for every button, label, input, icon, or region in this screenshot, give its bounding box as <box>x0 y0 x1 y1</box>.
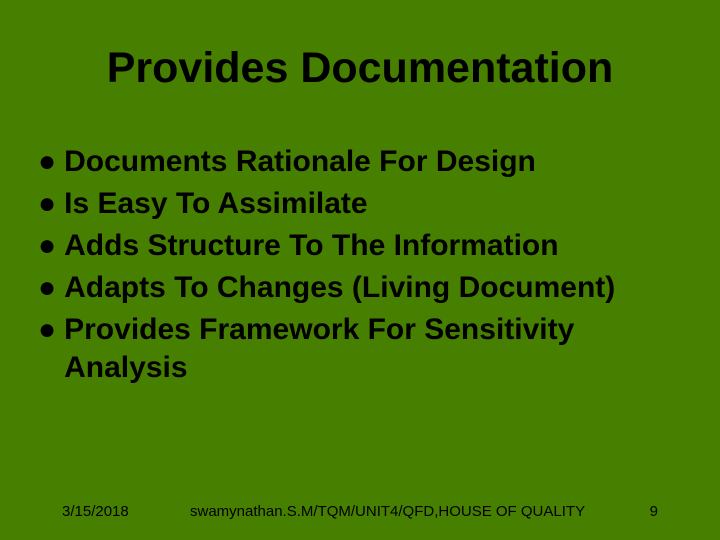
slide-title: Provides Documentation <box>0 44 720 93</box>
list-item: ● Documents Rationale For Design <box>38 143 680 181</box>
list-item-text: Documents Rationale For Design <box>64 143 536 181</box>
list-item-text: Adapts To Changes (Living Document) <box>64 269 615 307</box>
bullet-icon: ● <box>38 143 56 181</box>
bullet-icon: ● <box>38 269 56 307</box>
bullet-list: ● Documents Rationale For Design ● Is Ea… <box>38 143 680 391</box>
list-item-text: Provides Framework For Sensitivity Analy… <box>64 311 680 387</box>
footer-page-number: 9 <box>650 503 658 520</box>
list-item-text: Is Easy To Assimilate <box>64 185 367 223</box>
bullet-icon: ● <box>38 227 56 265</box>
bullet-icon: ● <box>38 311 56 349</box>
list-item: ● Is Easy To Assimilate <box>38 185 680 223</box>
list-item: ● Provides Framework For Sensitivity Ana… <box>38 311 680 387</box>
list-item: ● Adds Structure To The Information <box>38 227 680 265</box>
bullet-icon: ● <box>38 185 56 223</box>
list-item-text: Adds Structure To The Information <box>64 227 558 265</box>
footer-date: 3/15/2018 <box>62 503 129 520</box>
list-item: ● Adapts To Changes (Living Document) <box>38 269 680 307</box>
footer-author: swamynathan.S.M/TQM/UNIT4/QFD,HOUSE OF Q… <box>190 503 585 520</box>
